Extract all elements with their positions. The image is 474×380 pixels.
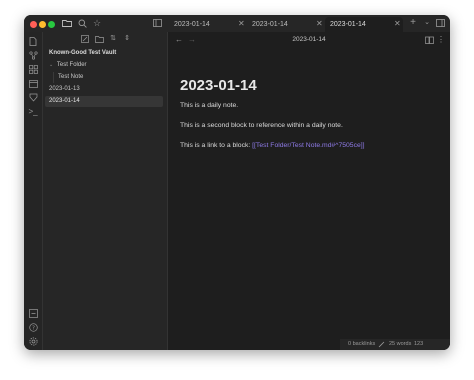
tab-3-active[interactable]: 2023-01-14 <box>325 17 403 32</box>
zoom-window-button[interactable] <box>48 21 55 28</box>
note-line-3: This is a link to a block: [[Test Folder… <box>180 142 365 149</box>
app-window: ☆ 2023-01-14 ✕ 2023-01-14 ✕ 2023-01-14 ✕… <box>24 15 450 350</box>
sidebar-toggle-icon[interactable] <box>152 19 162 29</box>
tab-label: 2023-01-14 <box>174 21 210 28</box>
ribbon: >_ ? <box>24 32 43 350</box>
tab-2[interactable]: 2023-01-14 <box>247 17 325 32</box>
close-window-button[interactable] <box>30 21 37 28</box>
templates-icon[interactable] <box>28 92 38 102</box>
tree-indent-guide <box>53 72 54 83</box>
folder-label: Test Folder <box>56 62 87 68</box>
editor-pane: ← → 2023-01-14 ⋮ 2023-01-14 This is a da… <box>168 32 450 350</box>
new-note-icon[interactable] <box>80 35 90 46</box>
close-tab-icon[interactable]: ✕ <box>316 18 323 30</box>
note-line-2: This is a second block to reference with… <box>180 122 343 129</box>
terminal-icon[interactable]: >_ <box>28 106 38 116</box>
file-explorer: ⇅ ⇕ Known-Good Test Vault ⌄ Test Folder … <box>43 32 168 350</box>
right-sidebar-toggle-icon[interactable] <box>435 19 445 29</box>
note-title: 2023-01-14 <box>180 77 257 94</box>
close-tab-icon[interactable]: ✕ <box>238 18 245 30</box>
close-tab-icon[interactable]: ✕ <box>394 18 401 30</box>
file-item-2023-01-13[interactable]: 2023-01-13 <box>49 84 167 95</box>
settings-gear-icon[interactable] <box>28 336 38 346</box>
note-line-3-text: This is a link to a block: <box>180 142 253 149</box>
calendar-icon[interactable] <box>28 78 38 88</box>
svg-text:?: ? <box>32 325 35 331</box>
minimize-window-button[interactable] <box>39 21 46 28</box>
collapse-all-icon[interactable]: ⇕ <box>122 34 132 44</box>
pencil-icon <box>378 339 385 350</box>
file-item-test-note[interactable]: Test Note <box>58 72 176 83</box>
tab-label: 2023-01-14 <box>330 21 366 28</box>
sort-icon[interactable]: ⇅ <box>108 34 118 44</box>
search-icon[interactable] <box>77 19 87 29</box>
file-item-2023-01-14-selected[interactable]: 2023-01-14 <box>45 96 163 107</box>
tab-label: 2023-01-14 <box>252 21 288 28</box>
canvas-icon[interactable] <box>28 64 38 74</box>
star-icon[interactable]: ☆ <box>92 18 102 28</box>
files-icon[interactable] <box>28 36 38 46</box>
backlinks-count[interactable]: 0 backlinks <box>348 339 375 350</box>
new-tab-plus-icon[interactable]: + <box>408 18 418 28</box>
chevron-down-icon[interactable]: ⌄ <box>422 18 432 28</box>
new-folder-icon[interactable] <box>94 35 104 46</box>
folder-icon[interactable] <box>62 19 72 29</box>
status-bar: 0 backlinks 25 words 123 characters <box>340 339 450 350</box>
word-count: 25 words <box>389 341 412 347</box>
note-line-1: This is a daily note. <box>180 102 239 109</box>
internal-link[interactable]: [[Test Folder/Test Note.md#^7505ce]] <box>252 142 364 149</box>
more-options-icon[interactable]: ⋮ <box>437 35 445 45</box>
help-icon[interactable]: ? <box>28 322 38 332</box>
character-count: 123 characters <box>414 341 424 347</box>
title-bar: ☆ 2023-01-14 ✕ 2023-01-14 ✕ 2023-01-14 ✕… <box>24 15 450 32</box>
tab-1[interactable]: 2023-01-14 <box>169 17 247 32</box>
graph-icon[interactable] <box>28 50 38 60</box>
folder-item[interactable]: ⌄ Test Folder <box>49 60 167 71</box>
vault-switch-icon[interactable] <box>28 308 38 318</box>
chevron-down-icon: ⌄ <box>49 62 54 68</box>
view-header-title[interactable]: 2023-01-14 <box>168 36 450 43</box>
vault-name[interactable]: Known-Good Test Vault <box>49 48 167 59</box>
reading-view-icon[interactable] <box>424 36 434 47</box>
